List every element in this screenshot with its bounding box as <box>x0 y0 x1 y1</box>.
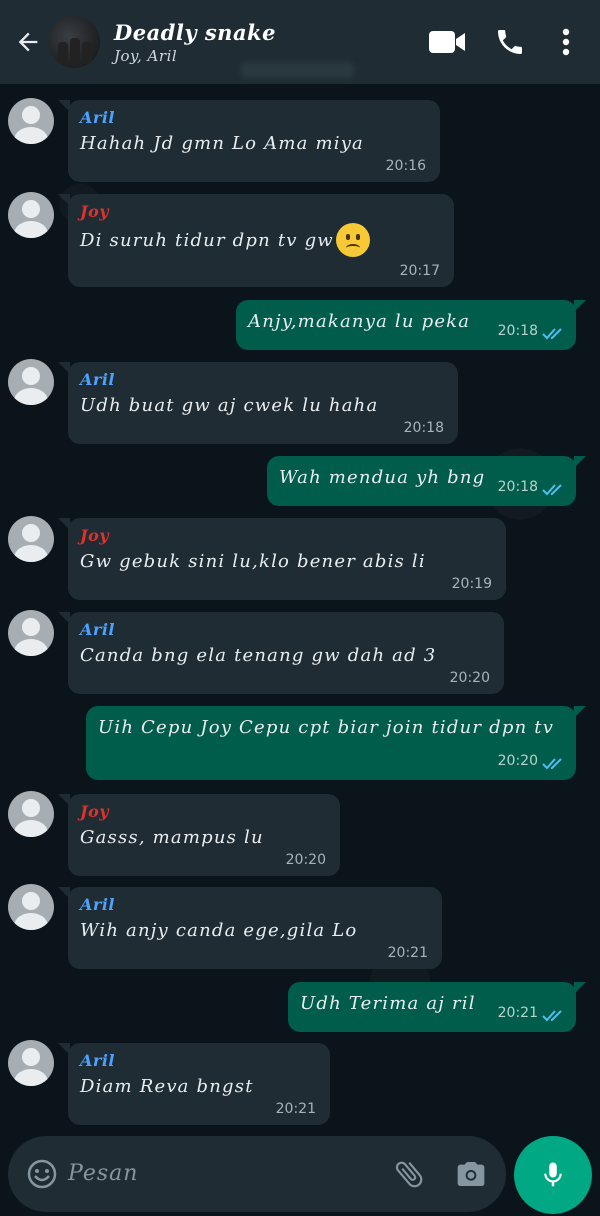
message-time: 20:18 <box>403 420 444 436</box>
avatar[interactable] <box>8 610 54 656</box>
message-bubble[interactable]: Uih Cepu Joy Cepu cpt biar join tidur dp… <box>86 706 586 780</box>
message-time: 20:21 <box>275 1101 316 1117</box>
attach-icon[interactable] <box>392 1156 426 1192</box>
message-time: 20:20 <box>285 852 326 868</box>
redacted-mark <box>240 62 355 78</box>
phone-icon <box>498 30 522 54</box>
message-bubble[interactable]: Wah mendua yh bng 20:18 <box>267 456 586 506</box>
sad-face-emoji-icon <box>335 223 370 257</box>
video-call-button[interactable] <box>422 28 472 56</box>
chat-header: Deadly snake Joy, Aril <box>0 0 600 84</box>
message-text: Di suruh tidur dpn tv gw <box>80 229 334 251</box>
message-time: 20:17 <box>399 263 440 279</box>
mic-icon <box>544 1162 562 1187</box>
read-ticks-icon <box>542 758 562 770</box>
read-ticks-icon <box>542 328 562 340</box>
message-time: 20:18 <box>497 323 538 339</box>
message-bubble[interactable]: Udh Terima aj ril 20:21 <box>288 982 586 1032</box>
message-text: Gw gebuk sini lu,klo bener abis li <box>80 551 426 572</box>
group-avatar[interactable] <box>48 16 100 68</box>
message-bubble[interactable]: Aril Wih anjy canda ege,gila Lo 20:21 <box>58 887 442 969</box>
emoji-icon[interactable] <box>26 1158 58 1190</box>
message-time: 20:18 <box>497 479 538 495</box>
message-text: Diam Reva bngst <box>80 1076 254 1097</box>
sender-name: Aril <box>80 370 115 389</box>
sender-name: Aril <box>80 895 115 914</box>
message-bubble[interactable]: Joy Gasss, mampus lu 20:20 <box>58 794 340 876</box>
back-button[interactable] <box>8 22 48 62</box>
more-options-button[interactable] <box>556 28 576 56</box>
avatar[interactable] <box>8 359 54 405</box>
message-text: Hahah Jd gmn Lo Ama miya <box>80 133 364 154</box>
sender-name: Aril <box>80 1051 115 1070</box>
message-bubble[interactable]: Joy Gw gebuk sini lu,klo bener abis li 2… <box>58 518 506 600</box>
avatar[interactable] <box>8 516 54 562</box>
avatar[interactable] <box>8 192 54 238</box>
message-time: 20:21 <box>497 1005 538 1021</box>
message-bubble[interactable]: Joy Di suruh tidur dpn tv gw 20:17 <box>58 194 454 287</box>
sender-name: Joy <box>80 202 110 221</box>
sender-name: Aril <box>80 620 115 639</box>
message-text: Canda bng ela tenang gw dah ad 3 <box>80 645 437 666</box>
avatar[interactable] <box>8 98 54 144</box>
voice-record-button[interactable] <box>514 1136 592 1214</box>
message-time: 20:20 <box>449 670 490 686</box>
message-text: Udh buat gw aj cwek lu haha <box>80 395 379 416</box>
message-bubble[interactable]: Anjy,makanya lu peka 20:18 <box>236 300 586 350</box>
back-arrow-icon <box>18 32 38 52</box>
message-bubble[interactable]: Aril Diam Reva bngst 20:21 <box>58 1043 330 1125</box>
read-ticks-icon <box>542 484 562 496</box>
message-time: 20:20 <box>497 753 538 769</box>
voice-call-button[interactable] <box>490 26 530 58</box>
sender-name: Joy <box>80 802 110 821</box>
camera-icon[interactable] <box>454 1158 488 1190</box>
message-time: 20:19 <box>451 576 492 592</box>
chat-title: Deadly snake <box>114 19 276 45</box>
avatar[interactable] <box>8 884 54 930</box>
message-text: Gasss, mampus lu <box>80 827 264 848</box>
message-text: Wih anjy canda ege,gila Lo <box>80 920 358 941</box>
message-bubble[interactable]: Aril Hahah Jd gmn Lo Ama miya 20:16 <box>58 100 440 182</box>
avatar[interactable] <box>8 791 54 837</box>
message-list[interactable]: Aril Hahah Jd gmn Lo Ama miya 20:16 Joy … <box>0 84 600 1134</box>
message-time: 20:16 <box>385 158 426 174</box>
read-ticks-icon <box>542 1010 562 1022</box>
sender-name: Aril <box>80 108 115 127</box>
more-vert-icon <box>562 28 570 56</box>
message-input[interactable]: Pesan <box>68 1161 138 1186</box>
message-composer[interactable]: Pesan <box>8 1136 506 1212</box>
sender-name: Joy <box>80 526 110 545</box>
avatar[interactable] <box>8 1040 54 1086</box>
message-text: Uih Cepu Joy Cepu cpt biar join tidur dp… <box>98 717 555 738</box>
message-bubble[interactable]: Aril Udh buat gw aj cwek lu haha 20:18 <box>58 362 458 444</box>
message-time: 20:21 <box>387 945 428 961</box>
chat-title-block[interactable]: Deadly snake Joy, Aril <box>114 20 276 65</box>
video-call-icon <box>429 31 465 53</box>
message-bubble[interactable]: Aril Canda bng ela tenang gw dah ad 3 20… <box>58 612 504 694</box>
